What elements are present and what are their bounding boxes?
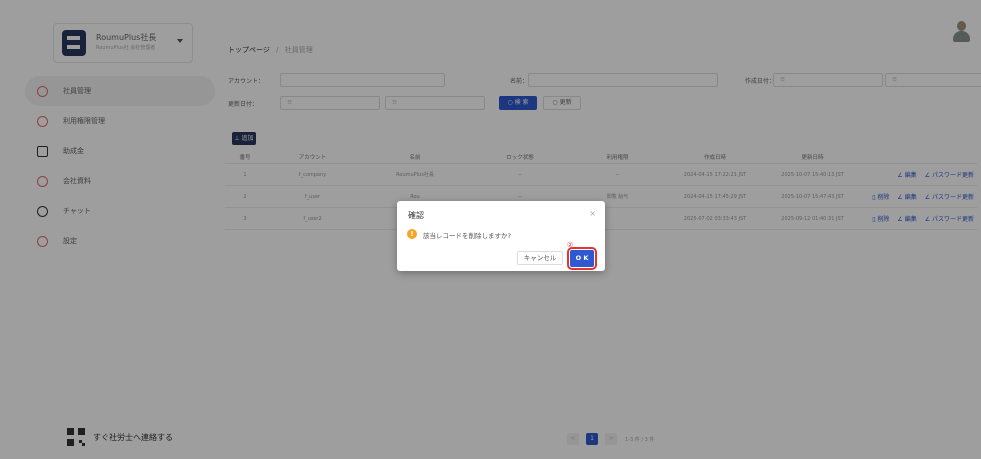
warning-icon: ! <box>407 229 417 239</box>
cancel-button[interactable]: キャンセル <box>517 251 563 265</box>
close-icon[interactable]: × <box>589 209 596 218</box>
step-marker: ② <box>567 241 574 249</box>
dialog-title: 確認 <box>408 211 424 220</box>
ok-button[interactable]: O K <box>567 247 597 270</box>
confirm-dialog: 確認 × ! 該当レコードを削除しますか? ② キャンセル O K <box>397 201 605 271</box>
dialog-message: 該当レコードを削除しますか? <box>423 232 511 240</box>
